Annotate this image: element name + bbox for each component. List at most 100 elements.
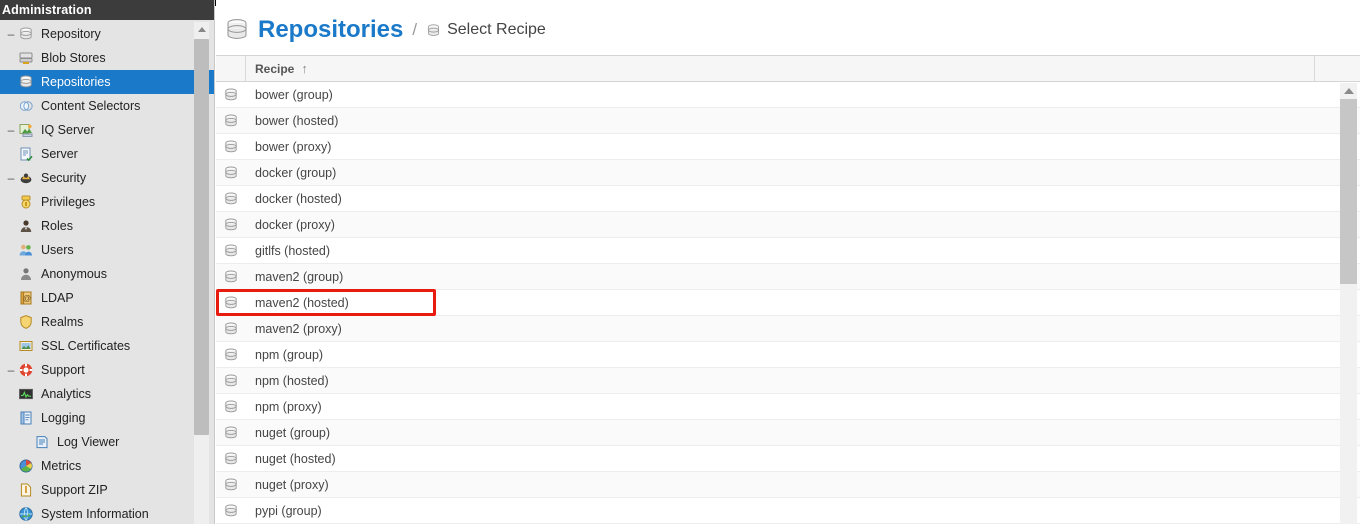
sidebar-item-users[interactable]: Users	[0, 238, 214, 262]
security-icon	[18, 170, 36, 186]
sidebar-item-content-selectors[interactable]: Content Selectors	[0, 94, 214, 118]
collapse-toggle-icon[interactable]: –	[4, 172, 18, 184]
grid-header-recipe[interactable]: Recipe ↑	[246, 56, 1315, 81]
application-window: Administration – Repository Blob Stores Rep…	[0, 0, 1360, 524]
page-title: Repositories	[258, 16, 404, 43]
row-recipe-label: gitlfs (hosted)	[255, 243, 331, 258]
table-row[interactable]: bower (group)❯	[216, 82, 1360, 108]
sidebar-item-label: Realms	[41, 315, 84, 329]
row-database-icon	[216, 477, 246, 493]
svg-text:@: @	[23, 294, 31, 303]
sidebar-item-label: LDAP	[41, 291, 74, 305]
sidebar-item-log-viewer[interactable]: Log Viewer	[0, 430, 214, 454]
sidebar-item-system-information[interactable]: System Information	[0, 502, 214, 524]
server-icon	[18, 146, 36, 162]
row-database-icon	[216, 243, 246, 259]
users-icon	[18, 242, 36, 258]
sidebar-item-label: SSL Certificates	[41, 339, 131, 353]
table-row[interactable]: maven2 (group)❯	[216, 264, 1360, 290]
sidebar-item-anonymous[interactable]: Anonymous	[0, 262, 214, 286]
sidebar-item-support[interactable]: – Support	[0, 358, 214, 382]
row-recipe-label: docker (group)	[255, 165, 337, 180]
sidebar-item-blob-stores[interactable]: Blob Stores	[0, 46, 214, 70]
row-recipe-label: pypi (group)	[255, 503, 322, 518]
sidebar-item-repositories[interactable]: Repositories	[0, 70, 214, 94]
table-row[interactable]: bower (proxy)❯	[216, 134, 1360, 160]
grid-scrollbar-track[interactable]	[1340, 284, 1357, 524]
database-icon	[224, 17, 250, 43]
table-row[interactable]: nuget (proxy)❯	[216, 472, 1360, 498]
blob-store-icon	[18, 50, 36, 66]
row-recipe-label: maven2 (group)	[255, 269, 344, 284]
content-selector-icon	[18, 98, 36, 114]
sidebar-item-iq-server[interactable]: – IQ Server	[0, 118, 214, 142]
grid-header-recipe-label: Recipe	[255, 61, 295, 76]
sidebar-item-label: Analytics	[41, 387, 92, 401]
table-row[interactable]: npm (group)❯	[216, 342, 1360, 368]
sidebar-scrollbar[interactable]	[194, 22, 209, 524]
table-row[interactable]: npm (proxy)❯	[216, 394, 1360, 420]
collapse-toggle-icon[interactable]: –	[4, 28, 18, 40]
table-row[interactable]: bower (hosted)❯	[216, 108, 1360, 134]
sidebar-item-realms[interactable]: Realms	[0, 310, 214, 334]
table-row[interactable]: npm (hosted)❯	[216, 368, 1360, 394]
sidebar-item-server[interactable]: Server	[0, 142, 214, 166]
breadcrumb-current: Select Recipe	[447, 21, 546, 38]
grid-header-icon-column	[216, 56, 246, 81]
sidebar-scroll-up-icon[interactable]	[194, 22, 209, 37]
row-recipe-label: bower (group)	[255, 87, 333, 102]
row-recipe-label: npm (proxy)	[255, 399, 322, 414]
row-database-icon	[216, 269, 246, 285]
table-row[interactable]: pypi (group)❯	[216, 498, 1360, 524]
sidebar-item-security[interactable]: – Security	[0, 166, 214, 190]
row-recipe-label: bower (hosted)	[255, 113, 339, 128]
table-row[interactable]: gitlfs (hosted)❯	[216, 238, 1360, 264]
sidebar-item-label: Support	[41, 363, 85, 377]
collapse-toggle-icon[interactable]: –	[4, 364, 18, 376]
sidebar-item-label: IQ Server	[41, 123, 95, 137]
table-row[interactable]: docker (hosted)❯	[216, 186, 1360, 212]
collapse-toggle-icon[interactable]: –	[4, 124, 18, 136]
system-information-icon	[18, 506, 36, 522]
admin-bar: Administration	[0, 0, 214, 20]
sidebar-item-label: Roles	[41, 219, 73, 233]
sidebar-item-label: Repository	[41, 27, 101, 41]
database-icon	[18, 74, 36, 90]
row-database-icon	[216, 503, 246, 519]
logging-icon	[18, 410, 36, 426]
sidebar-scrollbar-thumb[interactable]	[194, 39, 209, 435]
table-row[interactable]: nuget (hosted)❯	[216, 446, 1360, 472]
row-recipe-label: maven2 (proxy)	[255, 321, 342, 336]
breadcrumb-separator: /	[412, 20, 418, 39]
sidebar-item-label: Repositories	[41, 75, 111, 89]
row-recipe-label: nuget (group)	[255, 425, 331, 440]
sidebar-item-label: Server	[41, 147, 78, 161]
table-row[interactable]: docker (group)❯	[216, 160, 1360, 186]
grid-body: bower (group)❯bower (hosted)❯bower (prox…	[216, 82, 1360, 524]
sidebar-item-support-zip[interactable]: Support ZIP	[0, 478, 214, 502]
row-database-icon	[216, 87, 246, 103]
row-recipe-label: npm (group)	[255, 347, 324, 362]
table-row[interactable]: maven2 (proxy)❯	[216, 316, 1360, 342]
table-row[interactable]: nuget (group)❯	[216, 420, 1360, 446]
grid-header-row: Recipe ↑	[216, 55, 1360, 82]
sidebar-item-ssl-certificates[interactable]: SSL Certificates	[0, 334, 214, 358]
row-database-icon	[216, 295, 246, 311]
row-recipe-label: nuget (hosted)	[255, 451, 336, 466]
sidebar-item-metrics[interactable]: Metrics	[0, 454, 214, 478]
sidebar-item-analytics[interactable]: Analytics	[0, 382, 214, 406]
sidebar-item-roles[interactable]: Roles	[0, 214, 214, 238]
grid-scrollbar-thumb[interactable]	[1340, 99, 1357, 284]
table-row[interactable]: docker (proxy)❯	[216, 212, 1360, 238]
metrics-icon	[18, 458, 36, 474]
privileges-icon	[18, 194, 36, 210]
sidebar-item-repository[interactable]: – Repository	[0, 22, 214, 46]
sidebar-item-logging[interactable]: –Logging	[0, 406, 214, 430]
sidebar-item-privileges[interactable]: Privileges	[0, 190, 214, 214]
grid-scrollbar[interactable]	[1340, 83, 1357, 524]
admin-bar-title: Administration	[2, 3, 92, 17]
sidebar-item-ldap[interactable]: @ LDAP	[0, 286, 214, 310]
sidebar-item-label: Security	[41, 171, 87, 185]
grid-scroll-up-icon[interactable]	[1340, 83, 1357, 98]
table-row[interactable]: maven2 (hosted)❯	[216, 290, 1360, 316]
